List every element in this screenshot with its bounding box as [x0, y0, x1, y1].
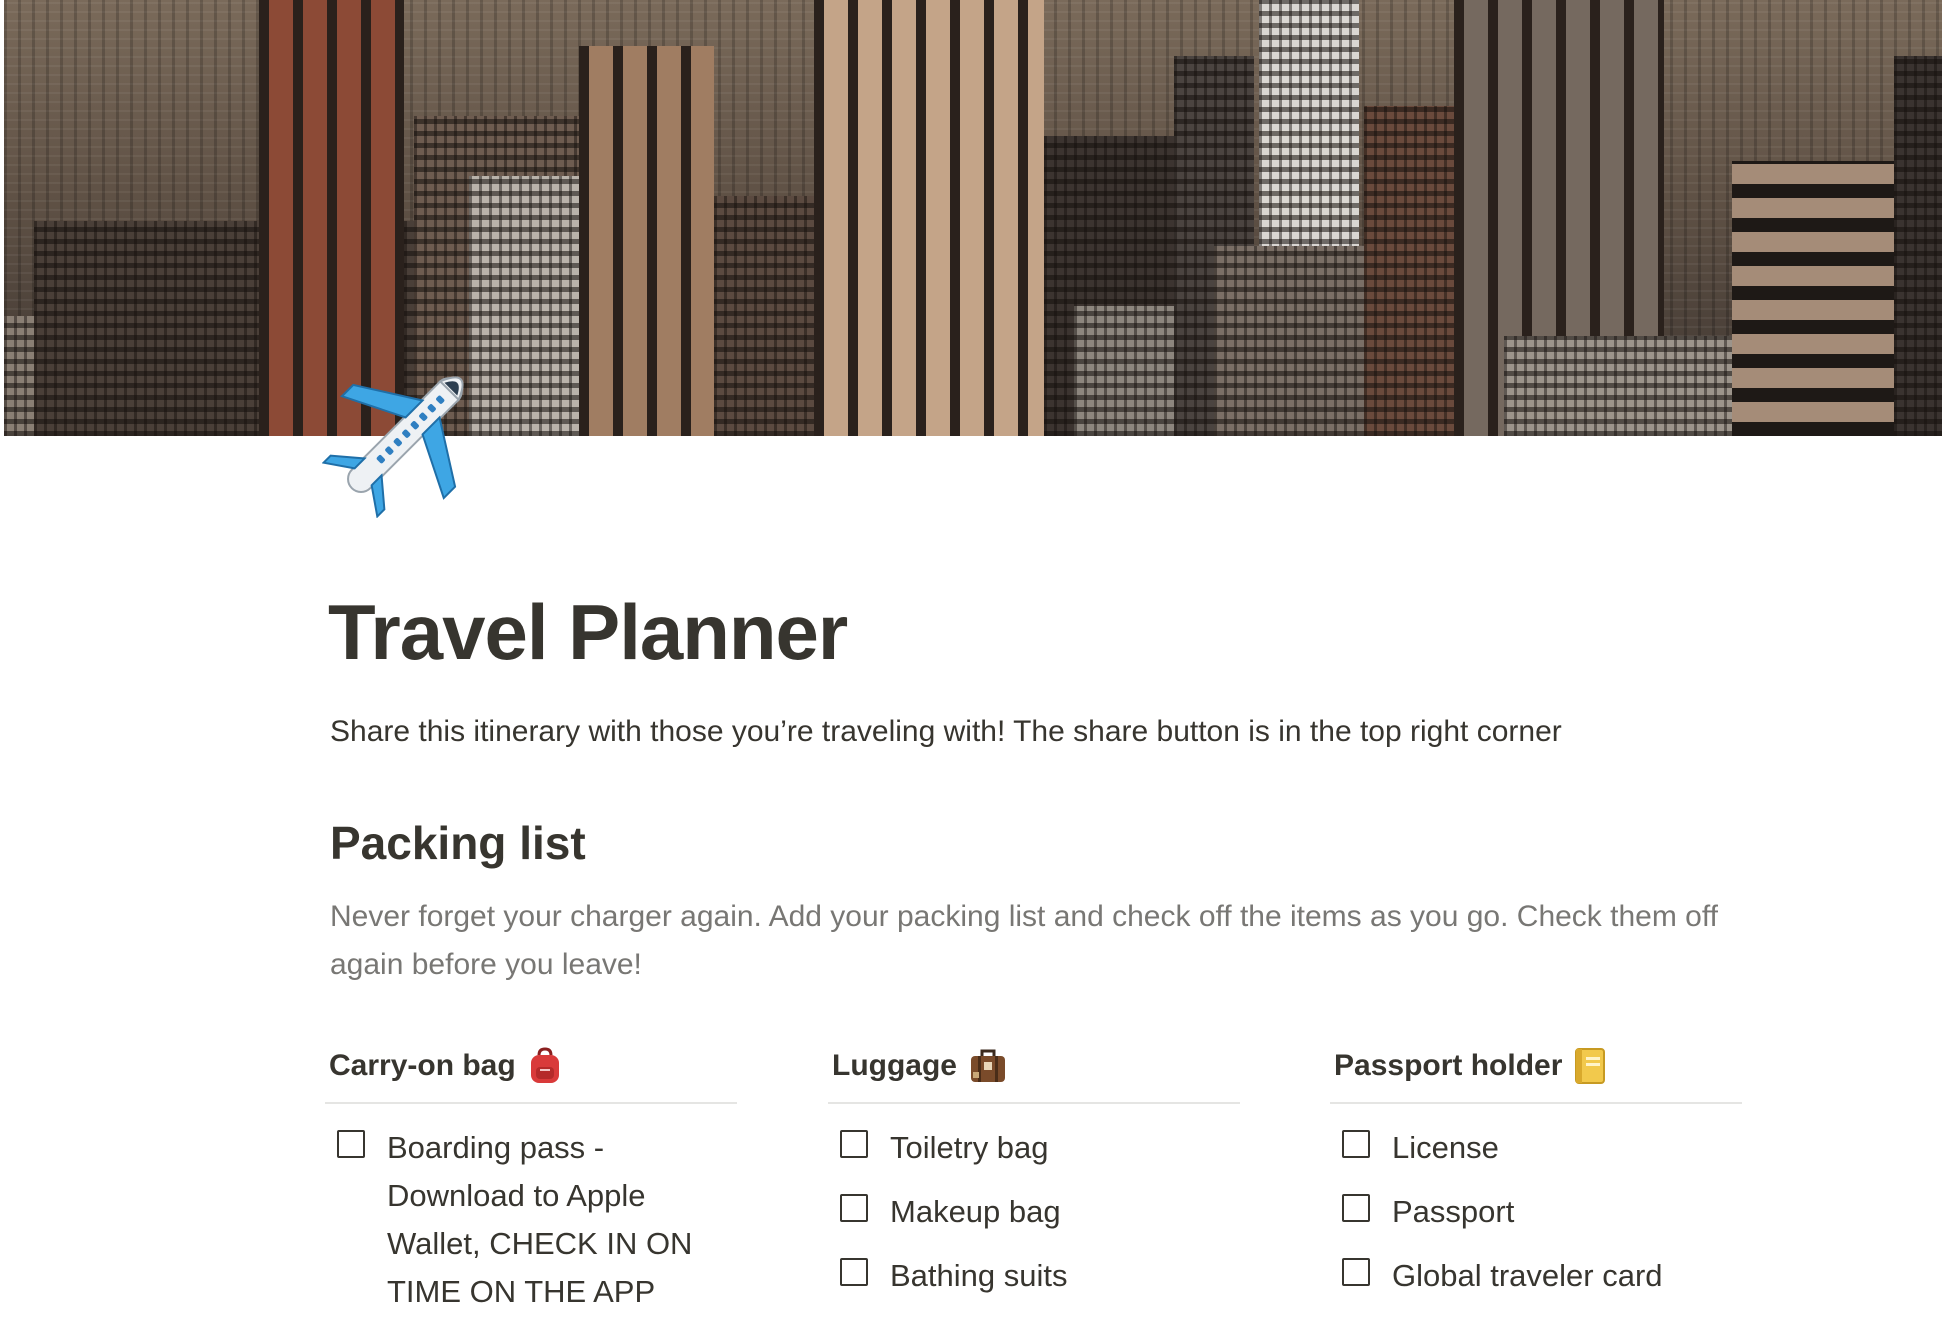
notebook-icon [1574, 1047, 1606, 1085]
packing-list-heading[interactable]: Packing list [330, 816, 586, 871]
todo-item: License [1342, 1124, 1742, 1172]
packing-list-description[interactable]: Never forget your charger again. Add you… [330, 893, 1730, 989]
todo-label[interactable]: Bathing suits [890, 1252, 1068, 1300]
building [714, 196, 814, 436]
todo-item: Global traveler card [1342, 1252, 1742, 1300]
todo-checkbox[interactable] [1342, 1258, 1370, 1286]
todo-item: Toiletry bag [840, 1124, 1240, 1172]
building [1504, 336, 1734, 436]
todo-checkbox[interactable] [1342, 1194, 1370, 1222]
column-header[interactable]: Passport holder [1330, 1030, 1742, 1104]
todo-list: Toiletry bag Makeup bag Bathing suits [828, 1124, 1240, 1300]
todo-item: Makeup bag [840, 1188, 1240, 1236]
notion-page: Travel Planner Share this itinerary with… [0, 0, 1942, 1318]
building [579, 46, 714, 436]
building [814, 0, 1044, 436]
todo-item: Bathing suits [840, 1252, 1240, 1300]
column-title: Luggage [832, 1049, 957, 1082]
column-header[interactable]: Luggage [828, 1030, 1240, 1104]
todo-checkbox[interactable] [840, 1194, 868, 1222]
column-passport-holder: Passport holder License Passport Global … [1330, 1030, 1742, 1316]
todo-checkbox[interactable] [840, 1258, 868, 1286]
todo-checkbox[interactable] [840, 1130, 868, 1158]
todo-list: Boarding pass - Download to Apple Wallet… [325, 1124, 737, 1316]
todo-item: Passport [1342, 1188, 1742, 1236]
todo-item: Boarding pass - Download to Apple Wallet… [337, 1124, 737, 1316]
column-title: Carry-on bag [329, 1049, 516, 1082]
column-carry-on-bag: Carry-on bag Boarding pass - Download to… [325, 1030, 737, 1318]
todo-checkbox[interactable] [1342, 1130, 1370, 1158]
todo-label[interactable]: License [1392, 1124, 1499, 1172]
page-title[interactable]: Travel Planner [328, 589, 848, 676]
todo-label[interactable]: Makeup bag [890, 1188, 1061, 1236]
cover-image[interactable] [4, 0, 1942, 436]
column-luggage: Luggage Toiletry bag Makeup bag Bathing … [828, 1030, 1240, 1316]
building [1214, 246, 1369, 436]
todo-label[interactable]: Boarding pass - Download to Apple Wallet… [387, 1124, 707, 1316]
todo-label[interactable]: Global traveler card [1392, 1252, 1663, 1300]
todo-list: License Passport Global traveler card [1330, 1124, 1742, 1300]
todo-label[interactable]: Passport [1392, 1188, 1514, 1236]
column-title: Passport holder [1334, 1049, 1563, 1082]
page-subtitle[interactable]: Share this itinerary with those you’re t… [330, 712, 1562, 752]
building [1364, 106, 1454, 436]
backpack-icon [528, 1047, 562, 1085]
building [1894, 56, 1942, 436]
todo-checkbox[interactable] [337, 1130, 365, 1158]
todo-label[interactable]: Toiletry bag [890, 1124, 1049, 1172]
airplane-icon[interactable] [321, 348, 492, 519]
column-header[interactable]: Carry-on bag [325, 1030, 737, 1104]
suitcase-icon [969, 1048, 1007, 1084]
